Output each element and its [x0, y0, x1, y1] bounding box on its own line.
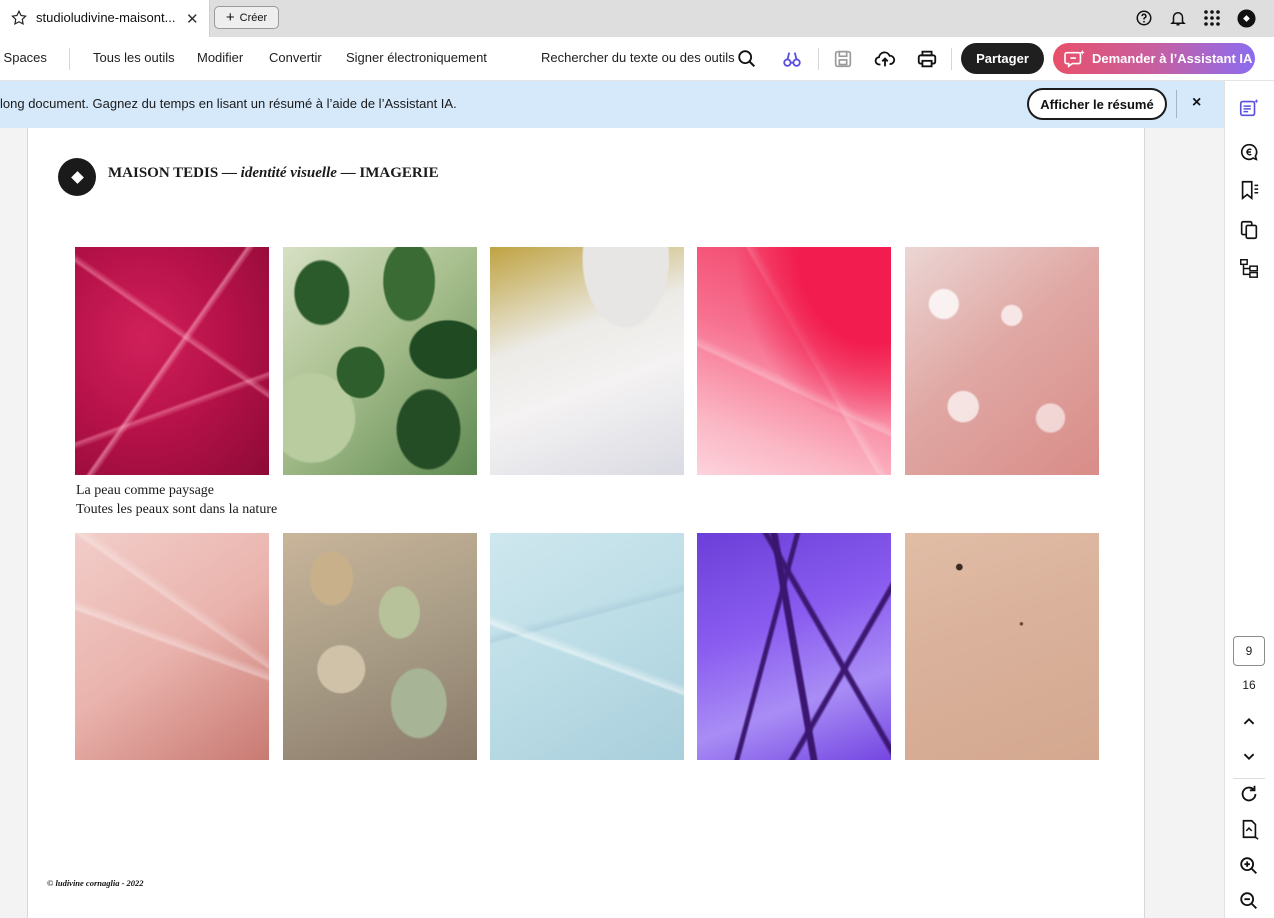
pages-icon[interactable]: [1238, 219, 1260, 241]
search-tools-field[interactable]: Rechercher du texte ou des outils: [541, 50, 735, 65]
banner-divider: [1176, 90, 1177, 118]
caption-line-1: La peau comme paysage: [76, 483, 214, 498]
banner-message: long document. Gagnez du temps en lisant…: [0, 96, 457, 111]
acrobat-toolbar: F Spaces Tous les outils Modifier Conver…: [0, 37, 1274, 81]
image-white-petal: [490, 247, 684, 475]
spaces-menu[interactable]: F Spaces: [0, 50, 47, 65]
edit-menu[interactable]: Modifier: [197, 50, 243, 65]
help-icon[interactable]: [1134, 8, 1154, 28]
comment-icon[interactable]: [1238, 141, 1260, 163]
tab-close-icon[interactable]: ✕: [186, 10, 199, 28]
ai-assistant-button[interactable]: Demander à l’Assistant IA: [1053, 43, 1255, 74]
refresh-icon[interactable]: [1238, 783, 1260, 805]
tab-title: studioludivine-maisont...: [36, 10, 176, 25]
page-footer-copyright: © ludivine cornaglia - 2022: [47, 878, 144, 888]
bookmark-icon[interactable]: [1238, 179, 1260, 201]
print-icon[interactable]: [916, 48, 938, 70]
maison-tedis-logo: [58, 158, 96, 196]
avatar[interactable]: [1236, 8, 1256, 28]
banner-close-icon[interactable]: ×: [1192, 94, 1201, 112]
image-pink-quartz: [905, 247, 1099, 475]
bell-icon[interactable]: [1168, 8, 1188, 28]
image-sand-texture: [905, 533, 1099, 760]
share-button[interactable]: Partager: [961, 43, 1044, 74]
page-title-part2: — IMAGERIE: [336, 165, 439, 181]
cloud-upload-icon[interactable]: [874, 48, 896, 70]
toolbar-divider: [818, 48, 819, 70]
show-summary-button[interactable]: Afficher le résumé: [1027, 88, 1167, 120]
pdf-page: MAISON TEDIS — identité visuelle — IMAGE…: [27, 128, 1145, 918]
rail-divider: [1233, 778, 1265, 779]
toolbar-divider: [69, 48, 70, 70]
zoom-out-icon[interactable]: [1238, 890, 1260, 912]
image-bark-texture: [283, 533, 477, 760]
create-label: Créer: [239, 11, 268, 24]
image-pink-red-petal: [697, 247, 891, 475]
ai-assistant-label: Demander à l’Assistant IA: [1092, 51, 1253, 66]
create-button[interactable]: + Créer: [214, 6, 279, 29]
page-fit-icon[interactable]: [1238, 818, 1260, 840]
convert-menu[interactable]: Convertir: [269, 50, 322, 65]
caption-line-2: Toutes les peaux sont dans la nature: [76, 502, 278, 517]
chevron-up-icon[interactable]: [1238, 711, 1260, 733]
page-title: MAISON TEDIS — identité visuelle — IMAGE…: [108, 165, 439, 182]
search-icon[interactable]: [736, 48, 758, 70]
ai-chat-icon: [1064, 49, 1085, 68]
zoom-in-icon[interactable]: [1238, 855, 1260, 877]
plus-icon: +: [225, 9, 235, 26]
image-pale-blue-marble: [490, 533, 684, 760]
chevron-down-icon[interactable]: [1238, 745, 1260, 767]
save-icon[interactable]: [832, 48, 854, 70]
total-pages: 16: [1242, 678, 1256, 692]
browser-tab[interactable]: studioludivine-maisont... ✕: [0, 0, 210, 37]
image-purple-petal-veins: [697, 533, 891, 760]
image-red-leaf-veins: [75, 247, 269, 475]
star-icon[interactable]: [10, 9, 28, 27]
page-title-italic: identité visuelle: [240, 165, 337, 181]
structure-tree-icon[interactable]: [1238, 257, 1260, 279]
toolbar-divider: [951, 48, 952, 70]
ai-summary-icon[interactable]: [1238, 97, 1260, 119]
ai-summary-banner: long document. Gagnez du temps en lisant…: [0, 81, 1224, 128]
browser-tab-bar: studioludivine-maisont... ✕ + Créer: [0, 0, 1274, 37]
sign-menu[interactable]: Signer électroniquement: [346, 50, 487, 65]
right-tool-rail: 9 16: [1224, 81, 1274, 918]
read-aloud-icon[interactable]: [781, 48, 803, 70]
page-title-part1: MAISON TEDIS —: [108, 165, 241, 181]
image-variegated-green-leaf: [283, 247, 477, 475]
image-pink-skin-texture: [75, 533, 269, 760]
current-page-input[interactable]: 9: [1233, 636, 1265, 666]
all-tools-menu[interactable]: Tous les outils: [93, 50, 175, 65]
apps-grid-icon[interactable]: [1202, 8, 1222, 28]
top-right-icons: [1134, 8, 1256, 28]
